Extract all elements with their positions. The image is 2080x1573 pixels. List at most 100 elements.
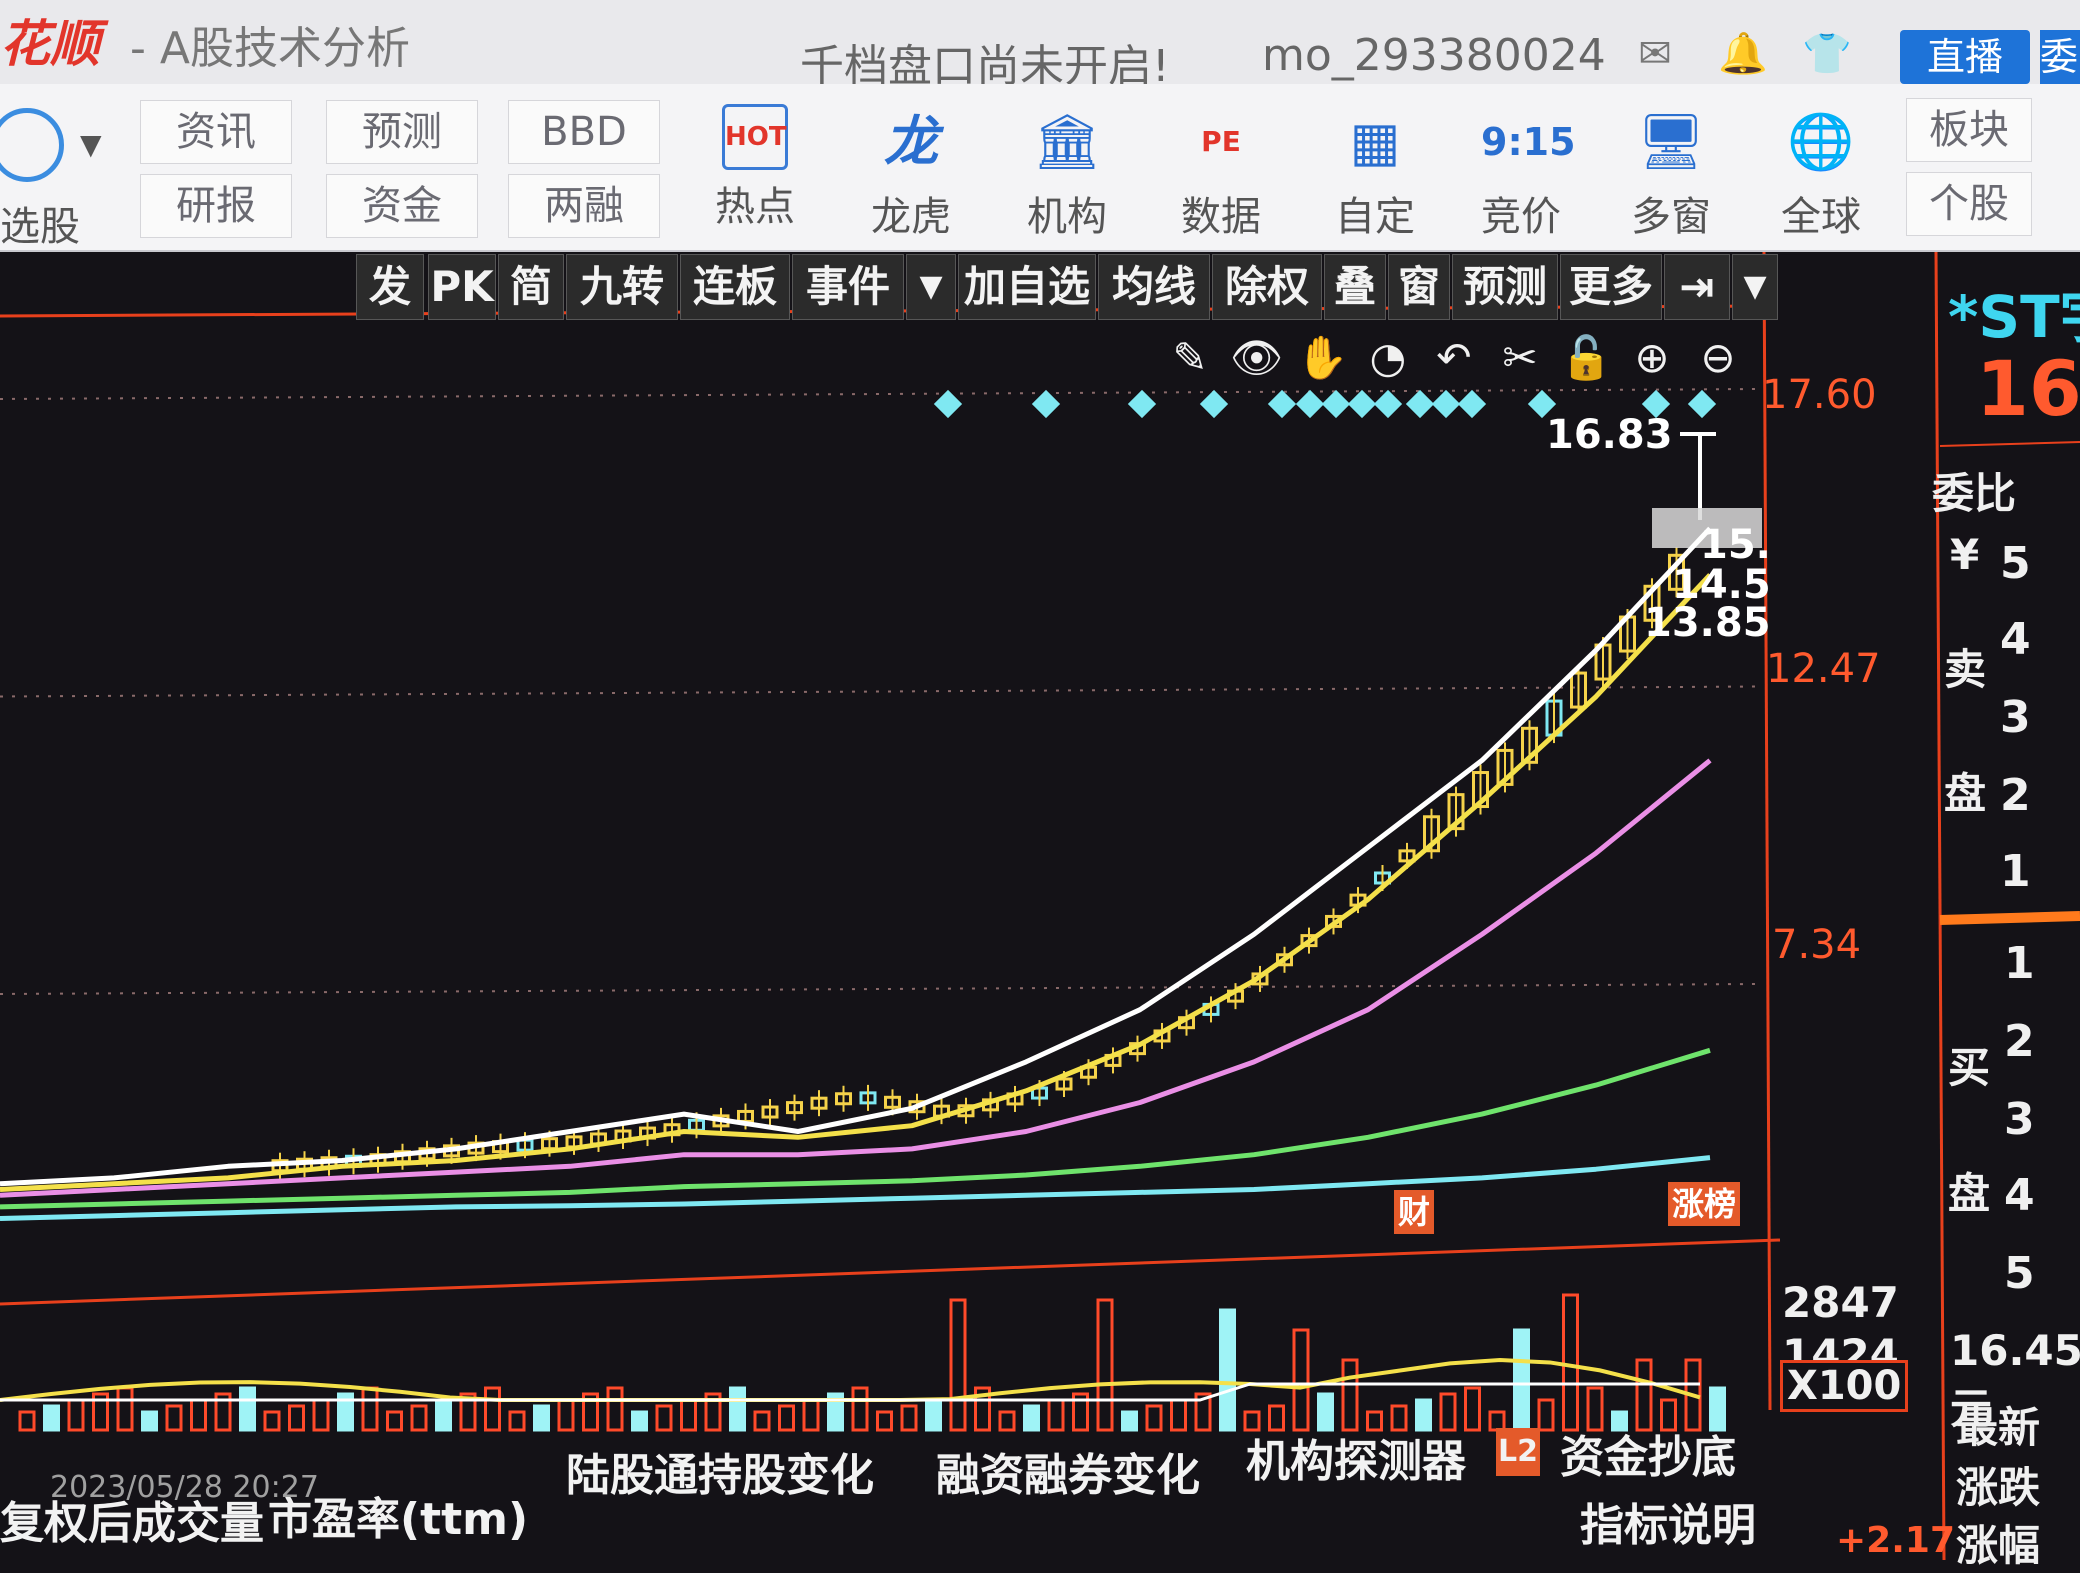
volume-bar xyxy=(410,1404,428,1432)
buy-level: 5 xyxy=(2004,1248,2035,1299)
replay-icon[interactable]: ◔ xyxy=(1362,332,1414,384)
change-label: 涨跌 xyxy=(1956,1463,2041,1512)
bid-ask-divider xyxy=(1939,911,2080,925)
tab-ex-rights[interactable]: 除权 xyxy=(1212,254,1322,320)
tab-simple[interactable]: 简 xyxy=(498,254,564,320)
buy-level: 3 xyxy=(2004,1094,2035,1145)
expand-panel-icon[interactable]: ⇥ xyxy=(1664,254,1730,320)
volume-bar xyxy=(67,1398,85,1432)
tab-moving-average[interactable]: 均线 xyxy=(1098,254,1210,320)
tab-pk[interactable]: PK xyxy=(428,254,496,320)
limit-up-rank-marker[interactable]: 涨榜 xyxy=(1668,1182,1741,1226)
tab-bottom-fishing[interactable]: 资金抄底 xyxy=(1560,1422,1736,1494)
volume-bar xyxy=(116,1386,134,1432)
l2-badge: L2 xyxy=(1496,1428,1540,1476)
price-gridline xyxy=(0,388,1761,400)
tab-nine-turn[interactable]: 九转 xyxy=(566,254,678,320)
volume-bar xyxy=(557,1398,575,1432)
tab-events[interactable]: 事件 xyxy=(792,254,904,320)
volume-bar xyxy=(1439,1392,1457,1432)
signal-diamond xyxy=(1347,389,1377,419)
volume-bar xyxy=(876,1410,893,1432)
tab-more[interactable]: 更多 xyxy=(1560,254,1662,320)
lock-icon[interactable]: 🔓 xyxy=(1560,332,1612,384)
signal-diamond xyxy=(1031,389,1061,419)
buy-level: 1 xyxy=(2004,938,2035,989)
ma-line-ma5 xyxy=(0,526,1712,1187)
draw-pen-icon[interactable]: ✎ xyxy=(1164,332,1216,384)
sell-level: 2 xyxy=(2000,770,2031,821)
volume-bar xyxy=(1537,1398,1555,1432)
buy-level: 4 xyxy=(2004,1170,2035,1221)
volume-bar xyxy=(606,1386,624,1432)
tab-institution-detector[interactable]: 机构探测器 xyxy=(1246,1426,1466,1498)
undo-icon[interactable]: ↶ xyxy=(1428,332,1480,384)
volume-unit-badge: X100 xyxy=(1780,1360,1909,1412)
volume-bar xyxy=(18,1410,36,1432)
financial-event-marker[interactable]: 财 xyxy=(1394,1190,1435,1234)
volume-bar xyxy=(753,1410,771,1432)
zoom-in-icon[interactable]: ⊕ xyxy=(1626,332,1678,384)
volume-bar xyxy=(263,1410,281,1432)
volume-bar xyxy=(533,1404,550,1432)
change-value: +2.17 xyxy=(1836,1520,1955,1561)
tab-fa[interactable]: 发 xyxy=(356,254,424,320)
buy-level: 2 xyxy=(2004,1016,2035,1067)
eye-icon[interactable]: 👁 xyxy=(1230,332,1283,384)
hand-icon[interactable]: ✋ xyxy=(1296,332,1348,384)
sell-level: 3 xyxy=(2000,692,2031,743)
currency-icon: ¥ xyxy=(1950,530,1980,579)
volume-bar xyxy=(655,1404,673,1432)
sell-level: 5 xyxy=(2000,538,2031,589)
volume-bar xyxy=(484,1386,501,1432)
events-dropdown-icon[interactable]: ▼ xyxy=(906,254,956,320)
tab-northbound-holding[interactable]: 陆股通持股变化 xyxy=(566,1440,874,1512)
current-price: 16. xyxy=(1976,344,2080,433)
volume-bar xyxy=(361,1386,379,1432)
volume-bar xyxy=(949,1298,967,1432)
price-axis-label: 7.34 xyxy=(1772,922,1862,968)
volume-bar xyxy=(1170,1398,1187,1432)
volume-bar xyxy=(141,1410,158,1432)
signal-diamond xyxy=(1295,389,1325,419)
volume-bar xyxy=(729,1386,746,1432)
volume-bar xyxy=(851,1386,869,1432)
volume-bar xyxy=(508,1410,526,1432)
sell-level: 4 xyxy=(2000,614,2031,665)
chart-divider xyxy=(0,1238,1781,1306)
volume-bar xyxy=(43,1404,60,1432)
price-axis-label: 12.47 xyxy=(1766,646,1881,692)
price-axis-line xyxy=(1762,251,1772,1411)
signal-diamond xyxy=(1457,389,1487,419)
volume-bar xyxy=(1292,1328,1310,1432)
ma-line-ma10 xyxy=(0,573,1712,1192)
volume-bar xyxy=(925,1398,942,1432)
zoom-out-icon[interactable]: ⊖ xyxy=(1692,332,1744,384)
tab-add-favorite[interactable]: 加自选 xyxy=(958,254,1096,320)
more-dropdown-icon[interactable]: ▼ xyxy=(1732,254,1778,320)
volume-bar xyxy=(900,1404,918,1432)
indicator-help-button[interactable]: 指标说明 xyxy=(1580,1490,1756,1562)
volume-bar xyxy=(190,1398,207,1432)
tab-overlay[interactable]: 叠 xyxy=(1324,254,1386,320)
volume-bar xyxy=(1635,1358,1653,1432)
volume-bar xyxy=(1513,1328,1530,1432)
signal-diamond xyxy=(1321,389,1351,419)
panel-divider xyxy=(1934,251,1946,1560)
volume-bar xyxy=(239,1386,256,1432)
scissors-icon[interactable]: ✂ xyxy=(1494,332,1546,384)
tab-limit-up[interactable]: 连板 xyxy=(680,254,790,320)
tab-margin-trading[interactable]: 融资融券变化 xyxy=(936,1440,1200,1512)
sell-side-label: 卖 xyxy=(1944,645,1987,694)
tab-window[interactable]: 窗 xyxy=(1388,254,1450,320)
volume-bar xyxy=(998,1410,1016,1432)
volume-bar xyxy=(288,1404,305,1432)
price-gridline xyxy=(0,983,1761,995)
signal-diamond xyxy=(1431,389,1461,419)
sell-level: 1 xyxy=(2000,846,2031,897)
kline-chart[interactable] xyxy=(0,0,2080,1560)
ma-value-tag: 13.85 xyxy=(1644,600,1771,646)
volume-bar xyxy=(778,1404,795,1432)
latest-label: 最新 xyxy=(1956,1403,2041,1452)
tab-forecast[interactable]: 预测 xyxy=(1452,254,1558,320)
